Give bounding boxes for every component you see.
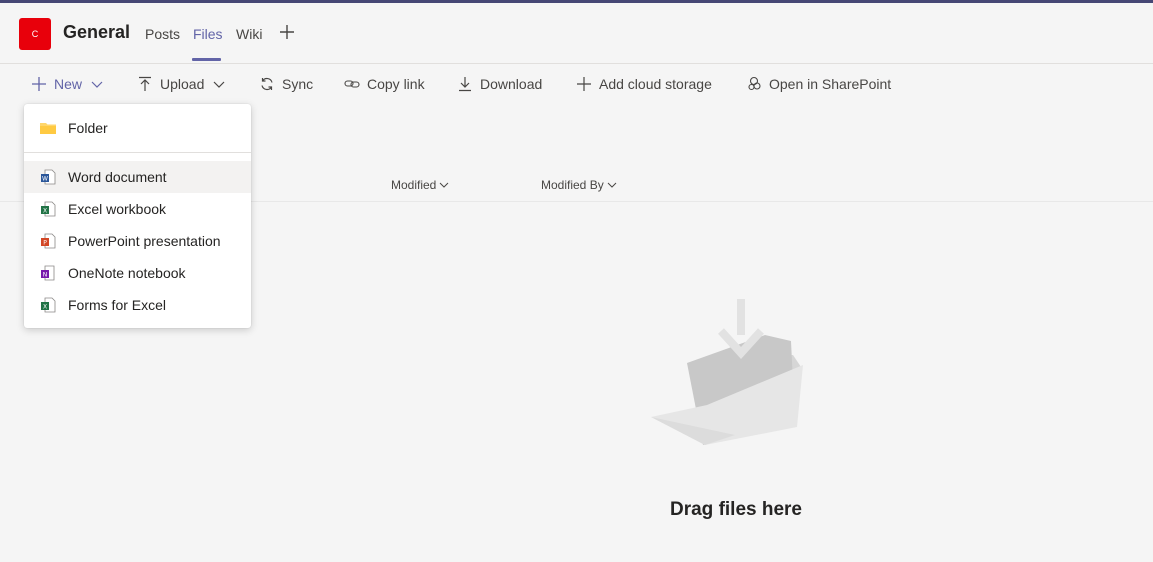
new-button-label: New	[54, 76, 83, 92]
column-header-modified-label: Modified	[391, 178, 437, 192]
column-header-modified-by-label: Modified By	[541, 178, 604, 192]
menu-item-powerpoint-presentation[interactable]: P PowerPoint presentation	[24, 225, 251, 257]
menu-item-label: PowerPoint presentation	[68, 233, 221, 249]
add-cloud-storage-button[interactable]: Add cloud storage	[575, 65, 712, 103]
plus-icon	[575, 75, 593, 93]
svg-text:W: W	[42, 176, 48, 183]
copy-link-button-label: Copy link	[367, 76, 425, 92]
add-cloud-storage-label: Add cloud storage	[599, 76, 712, 92]
sync-button-label: Sync	[282, 76, 314, 92]
open-in-sharepoint-button[interactable]: Open in SharePoint	[745, 65, 891, 103]
download-button[interactable]: Download	[456, 65, 542, 103]
column-header-modified[interactable]: Modified	[391, 178, 449, 192]
channel-name: General	[63, 22, 131, 42]
upload-icon	[136, 75, 154, 93]
active-tab-indicator	[192, 58, 221, 61]
menu-item-excel-workbook[interactable]: X Excel workbook	[24, 193, 251, 225]
team-avatar[interactable]: C	[19, 18, 51, 50]
forms-excel-icon: X	[40, 297, 56, 313]
empty-folder-illustration	[651, 299, 803, 445]
tab-posts[interactable]: Posts	[145, 26, 180, 42]
add-tab-button[interactable]	[277, 22, 297, 42]
download-icon	[456, 75, 474, 93]
sharepoint-icon	[745, 75, 763, 93]
menu-item-label: Forms for Excel	[68, 297, 167, 313]
column-header-modified-by[interactable]: Modified By	[541, 178, 617, 192]
new-button[interactable]: New	[30, 65, 104, 103]
menu-item-label: Word document	[68, 169, 167, 185]
command-bar: New Upload Sync Copy link Download Add c…	[0, 65, 1153, 103]
chevron-down-icon	[212, 77, 226, 91]
upload-button-label: Upload	[160, 76, 205, 92]
menu-item-label: Excel workbook	[68, 201, 167, 217]
menu-item-label: OneNote notebook	[68, 265, 186, 281]
svg-text:X: X	[43, 208, 47, 215]
menu-item-onenote-notebook[interactable]: N OneNote notebook	[24, 257, 251, 289]
menu-item-label: Folder	[68, 120, 108, 136]
open-in-sharepoint-label: Open in SharePoint	[769, 76, 892, 92]
word-icon: W	[40, 169, 56, 185]
tab-wiki[interactable]: Wiki	[236, 26, 262, 42]
menu-item-folder[interactable]: Folder	[24, 112, 251, 144]
download-button-label: Download	[480, 76, 543, 92]
plus-icon	[30, 75, 48, 93]
svg-text:N: N	[43, 272, 48, 279]
excel-icon: X	[40, 201, 56, 217]
powerpoint-icon: P	[40, 233, 56, 249]
tab-files[interactable]: Files	[193, 26, 223, 42]
menu-item-word-document[interactable]: W Word document	[24, 161, 251, 193]
folder-icon	[40, 120, 56, 136]
link-icon	[343, 75, 361, 93]
svg-text:P: P	[43, 240, 47, 247]
upload-button[interactable]: Upload	[136, 65, 226, 103]
new-dropdown-menu: Folder W Word document X Excel workbook …	[24, 104, 251, 328]
svg-text:X: X	[43, 304, 47, 311]
menu-divider	[24, 152, 251, 153]
sync-icon	[258, 75, 276, 93]
copy-link-button[interactable]: Copy link	[343, 65, 425, 103]
chevron-down-icon	[440, 182, 449, 188]
empty-state-message: Drag files here	[670, 499, 802, 520]
plus-icon	[280, 25, 294, 39]
onenote-icon: N	[40, 265, 56, 281]
menu-item-forms-for-excel[interactable]: X Forms for Excel	[24, 289, 251, 321]
channel-header: C General Posts Files Wiki	[0, 3, 1153, 64]
chevron-down-icon	[90, 77, 104, 91]
chevron-down-icon	[607, 182, 617, 188]
sync-button[interactable]: Sync	[258, 65, 313, 103]
